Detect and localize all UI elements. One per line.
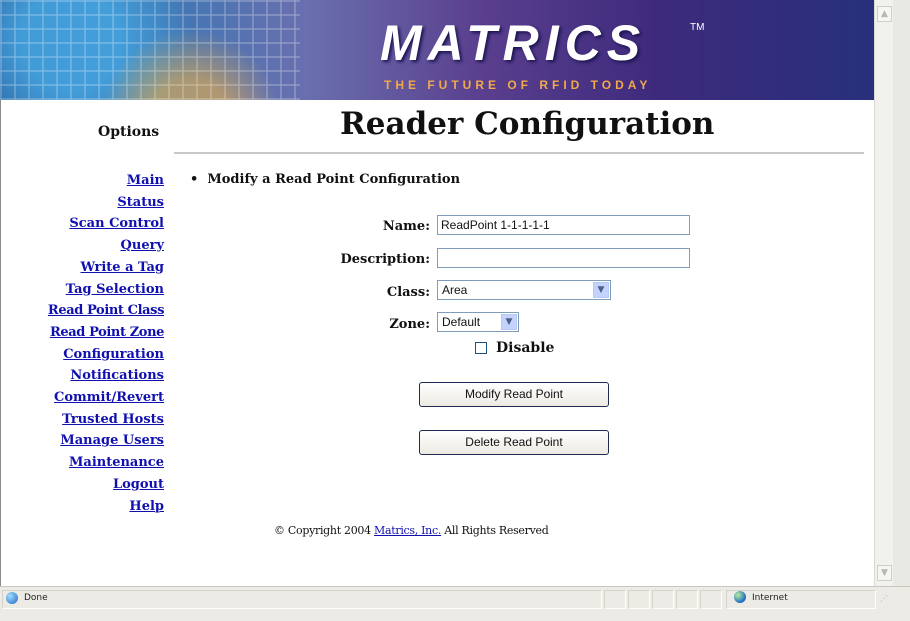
sidebar-item-tag-selection[interactable]: Tag Selection bbox=[0, 279, 164, 301]
sidebar-item-status[interactable]: Status bbox=[0, 192, 164, 214]
copyright-suffix: All Rights Reserved bbox=[441, 524, 549, 537]
status-cell-3 bbox=[652, 590, 674, 609]
name-label: Name: bbox=[382, 219, 430, 234]
sidebar-item-read-point-class[interactable]: Read Point Class bbox=[0, 300, 164, 322]
sidebar-item-scan-control[interactable]: Scan Control bbox=[0, 213, 164, 235]
security-zone-text: Internet bbox=[752, 593, 788, 603]
trademark-mark: TM bbox=[690, 22, 705, 33]
sidebar-item-notifications[interactable]: Notifications bbox=[0, 365, 164, 387]
status-cell-4 bbox=[676, 590, 698, 609]
sidebar-item-trusted-hosts[interactable]: Trusted Hosts bbox=[0, 409, 164, 431]
disable-label: Disable bbox=[496, 340, 555, 356]
matrics-logo: MATRICS bbox=[380, 15, 647, 71]
section-heading-text: Modify a Read Point Configuration bbox=[207, 172, 461, 187]
class-select-value: Area bbox=[442, 283, 468, 297]
sidebar-item-help[interactable]: Help bbox=[0, 496, 164, 518]
sidebar-item-configuration[interactable]: Configuration bbox=[0, 344, 164, 366]
banner-tagline: THE FUTURE OF RFID TODAY bbox=[384, 78, 652, 92]
options-title: Options bbox=[98, 124, 160, 140]
resize-grip-icon[interactable]: ⋰ bbox=[880, 594, 890, 606]
status-cell-1 bbox=[604, 590, 626, 609]
description-label: Description: bbox=[340, 252, 430, 267]
status-text: Done bbox=[24, 593, 48, 603]
status-cell-5 bbox=[700, 590, 722, 609]
copyright-prefix: © Copyright 2004 bbox=[274, 524, 375, 537]
disable-checkbox[interactable] bbox=[475, 342, 487, 354]
status-bar bbox=[0, 586, 910, 621]
page-done-icon bbox=[6, 592, 18, 604]
status-cell-2 bbox=[628, 590, 650, 609]
matrics-link[interactable]: Matrics, Inc. bbox=[374, 524, 441, 537]
sidebar-item-maintenance[interactable]: Maintenance bbox=[0, 452, 164, 474]
banner-grid-graphic bbox=[0, 0, 300, 100]
sidebar-item-read-point-zone[interactable]: Read Point Zone bbox=[0, 322, 164, 344]
class-select[interactable]: Area ▼ bbox=[437, 280, 611, 300]
description-field[interactable] bbox=[437, 248, 690, 268]
status-cell-zone bbox=[726, 590, 876, 609]
chevron-down-icon[interactable]: ▼ bbox=[593, 282, 609, 298]
zone-label: Zone: bbox=[389, 317, 430, 332]
section-heading: • Modify a Read Point Configuration bbox=[190, 172, 460, 187]
zone-select[interactable]: Default ▼ bbox=[437, 312, 519, 332]
class-label: Class: bbox=[386, 285, 430, 300]
internet-zone-icon bbox=[734, 591, 746, 603]
chevron-down-icon[interactable]: ▼ bbox=[501, 314, 517, 330]
matrics-banner: MATRICS TM THE FUTURE OF RFID TODAY bbox=[0, 0, 874, 100]
modify-read-point-button[interactable]: Modify Read Point bbox=[419, 382, 609, 407]
vertical-scrollbar[interactable]: ▲ ▼ bbox=[874, 0, 893, 586]
sidebar-item-main[interactable]: Main bbox=[0, 170, 164, 192]
bullet-icon: • bbox=[190, 172, 208, 187]
sidebar-nav: Main Status Scan Control Query Write a T… bbox=[0, 170, 164, 517]
status-cell-main bbox=[2, 590, 602, 609]
sidebar-item-logout[interactable]: Logout bbox=[0, 474, 164, 496]
page-title: Reader Configuration bbox=[340, 106, 715, 142]
window-edge bbox=[893, 0, 910, 621]
sidebar-item-manage-users[interactable]: Manage Users bbox=[0, 430, 164, 452]
delete-read-point-button[interactable]: Delete Read Point bbox=[419, 430, 609, 455]
zone-select-value: Default bbox=[442, 315, 481, 329]
sidebar-item-write-a-tag[interactable]: Write a Tag bbox=[0, 257, 165, 279]
sidebar-item-query[interactable]: Query bbox=[0, 235, 164, 257]
name-field[interactable]: ReadPoint 1-1-1-1-1 bbox=[437, 215, 690, 235]
scroll-down-icon[interactable]: ▼ bbox=[877, 565, 892, 581]
scroll-up-icon[interactable]: ▲ bbox=[877, 6, 892, 22]
sidebar-item-commit-revert[interactable]: Commit/Revert bbox=[0, 387, 164, 409]
title-divider bbox=[174, 152, 864, 154]
copyright-notice: © Copyright 2004 Matrics, Inc. All Right… bbox=[274, 524, 549, 537]
